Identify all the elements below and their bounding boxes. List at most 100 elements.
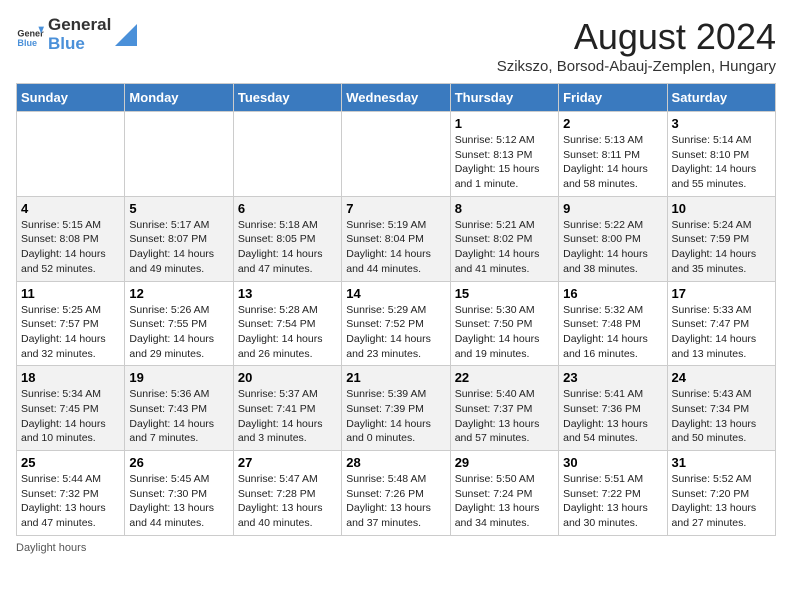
day-info: Sunrise: 5:24 AMSunset: 7:59 PMDaylight:… [672, 218, 771, 277]
day-info: Sunrise: 5:29 AMSunset: 7:52 PMDaylight:… [346, 303, 445, 362]
day-info: Sunrise: 5:13 AMSunset: 8:11 PMDaylight:… [563, 133, 662, 192]
day-number: 16 [563, 286, 662, 301]
day-info: Sunrise: 5:17 AMSunset: 8:07 PMDaylight:… [129, 218, 228, 277]
day-number: 11 [21, 286, 120, 301]
calendar-cell: 25Sunrise: 5:44 AMSunset: 7:32 PMDayligh… [17, 451, 125, 536]
calendar-cell: 28 Sunrise: 5:48 AMSunset: 7:26 PMDayligh… [342, 451, 450, 536]
calendar-cell: 23 Sunrise: 5:41 AMSunset: 7:36 PMDayligh… [559, 366, 667, 451]
location-subtitle: Szikszo, Borsod-Abauj-Zemplen, Hungary [497, 58, 776, 75]
day-number: 21 [346, 370, 445, 385]
day-number: 14 [346, 286, 445, 301]
day-info: Sunrise: 5:41 AMSunset: 7:36 PMDaylight:… [563, 387, 662, 446]
day-number: 19 [129, 370, 228, 385]
calendar-week-row: 11 Sunrise: 5:25 AMSunset: 7:57 PMDayligh… [17, 281, 776, 366]
calendar-cell: 27Sunrise: 5:47 AMSunset: 7:28 PMDayligh… [233, 451, 341, 536]
logo-icon: General Blue [16, 21, 44, 49]
page-header: General Blue General Blue August 2024 Sz… [16, 16, 776, 75]
calendar-week-row: 18Sunrise: 5:34 AMSunset: 7:45 PMDayligh… [17, 366, 776, 451]
calendar-col-sunday: Sunday [17, 84, 125, 112]
day-number: 1 [455, 116, 554, 131]
day-number: 25 [21, 455, 120, 470]
day-info: Sunrise: 5:39 AMSunset: 7:39 PMDaylight:… [346, 387, 445, 446]
day-info: Sunrise: 5:37 AMSunset: 7:41 PMDaylight:… [238, 387, 337, 446]
title-block: August 2024 Szikszo, Borsod-Abauj-Zemple… [497, 16, 776, 75]
logo-blue: Blue [48, 34, 85, 53]
calendar-cell: 2 Sunrise: 5:13 AMSunset: 8:11 PMDaylight… [559, 112, 667, 197]
calendar-cell: 22 Sunrise: 5:40 AMSunset: 7:37 PMDayligh… [450, 366, 558, 451]
calendar-cell [17, 112, 125, 197]
calendar-cell: 3 Sunrise: 5:14 AMSunset: 8:10 PMDaylight… [667, 112, 775, 197]
calendar-cell: 12 Sunrise: 5:26 AMSunset: 7:55 PMDayligh… [125, 281, 233, 366]
day-number: 3 [672, 116, 771, 131]
month-title: August 2024 [497, 16, 776, 58]
day-info: Sunrise: 5:48 AMSunset: 7:26 PMDaylight:… [346, 472, 445, 531]
day-number: 28 [346, 455, 445, 470]
calendar-cell: 19Sunrise: 5:36 AMSunset: 7:43 PMDayligh… [125, 366, 233, 451]
day-info: Sunrise: 5:40 AMSunset: 7:37 PMDaylight:… [455, 387, 554, 446]
calendar-col-monday: Monday [125, 84, 233, 112]
footer-note: Daylight hours [16, 542, 776, 554]
day-number: 23 [563, 370, 662, 385]
day-number: 22 [455, 370, 554, 385]
day-info: Sunrise: 5:43 AMSunset: 7:34 PMDaylight:… [672, 387, 771, 446]
calendar-cell: 13Sunrise: 5:28 AMSunset: 7:54 PMDayligh… [233, 281, 341, 366]
day-number: 20 [238, 370, 337, 385]
day-info: Sunrise: 5:51 AMSunset: 7:22 PMDaylight:… [563, 472, 662, 531]
calendar-cell: 21 Sunrise: 5:39 AMSunset: 7:39 PMDayligh… [342, 366, 450, 451]
calendar-col-saturday: Saturday [667, 84, 775, 112]
calendar-cell: 16 Sunrise: 5:32 AMSunset: 7:48 PMDayligh… [559, 281, 667, 366]
svg-text:Blue: Blue [17, 38, 37, 48]
calendar-cell: 29 Sunrise: 5:50 AMSunset: 7:24 PMDayligh… [450, 451, 558, 536]
day-info: Sunrise: 5:25 AMSunset: 7:57 PMDaylight:… [21, 303, 120, 362]
calendar-col-thursday: Thursday [450, 84, 558, 112]
calendar-cell: 1Sunrise: 5:12 AMSunset: 8:13 PMDaylight… [450, 112, 558, 197]
calendar-week-row: 25Sunrise: 5:44 AMSunset: 7:32 PMDayligh… [17, 451, 776, 536]
calendar-week-row: 4 Sunrise: 5:15 AMSunset: 8:08 PMDaylight… [17, 196, 776, 281]
day-info: Sunrise: 5:26 AMSunset: 7:55 PMDaylight:… [129, 303, 228, 362]
day-info: Sunrise: 5:21 AMSunset: 8:02 PMDaylight:… [455, 218, 554, 277]
day-number: 12 [129, 286, 228, 301]
day-number: 7 [346, 201, 445, 216]
calendar-cell: 6Sunrise: 5:18 AMSunset: 8:05 PMDaylight… [233, 196, 341, 281]
calendar-col-wednesday: Wednesday [342, 84, 450, 112]
calendar-cell: 7 Sunrise: 5:19 AMSunset: 8:04 PMDaylight… [342, 196, 450, 281]
calendar-cell [233, 112, 341, 197]
day-info: Sunrise: 5:22 AMSunset: 8:00 PMDaylight:… [563, 218, 662, 277]
calendar-cell: 24Sunrise: 5:43 AMSunset: 7:34 PMDayligh… [667, 366, 775, 451]
calendar-cell: 14 Sunrise: 5:29 AMSunset: 7:52 PMDayligh… [342, 281, 450, 366]
day-number: 30 [563, 455, 662, 470]
calendar-cell: 8 Sunrise: 5:21 AMSunset: 8:02 PMDaylight… [450, 196, 558, 281]
calendar-cell [125, 112, 233, 197]
day-info: Sunrise: 5:45 AMSunset: 7:30 PMDaylight:… [129, 472, 228, 531]
day-number: 2 [563, 116, 662, 131]
day-info: Sunrise: 5:30 AMSunset: 7:50 PMDaylight:… [455, 303, 554, 362]
day-info: Sunrise: 5:32 AMSunset: 7:48 PMDaylight:… [563, 303, 662, 362]
calendar-cell: 15Sunrise: 5:30 AMSunset: 7:50 PMDayligh… [450, 281, 558, 366]
logo: General Blue General Blue [16, 16, 137, 53]
day-info: Sunrise: 5:47 AMSunset: 7:28 PMDaylight:… [238, 472, 337, 531]
calendar-table: SundayMondayTuesdayWednesdayThursdayFrid… [16, 83, 776, 536]
day-number: 29 [455, 455, 554, 470]
calendar-cell [342, 112, 450, 197]
day-number: 5 [129, 201, 228, 216]
day-info: Sunrise: 5:14 AMSunset: 8:10 PMDaylight:… [672, 133, 771, 192]
day-number: 10 [672, 201, 771, 216]
calendar-cell: 30 Sunrise: 5:51 AMSunset: 7:22 PMDayligh… [559, 451, 667, 536]
daylight-note: Daylight hours [16, 542, 86, 554]
day-number: 4 [21, 201, 120, 216]
day-info: Sunrise: 5:50 AMSunset: 7:24 PMDaylight:… [455, 472, 554, 531]
day-info: Sunrise: 5:15 AMSunset: 8:08 PMDaylight:… [21, 218, 120, 277]
logo-general: General [48, 15, 111, 34]
day-info: Sunrise: 5:19 AMSunset: 8:04 PMDaylight:… [346, 218, 445, 277]
day-number: 9 [563, 201, 662, 216]
calendar-cell: 5 Sunrise: 5:17 AMSunset: 8:07 PMDaylight… [125, 196, 233, 281]
calendar-col-friday: Friday [559, 84, 667, 112]
day-number: 17 [672, 286, 771, 301]
calendar-week-row: 1Sunrise: 5:12 AMSunset: 8:13 PMDaylight… [17, 112, 776, 197]
day-number: 13 [238, 286, 337, 301]
day-number: 26 [129, 455, 228, 470]
day-number: 31 [672, 455, 771, 470]
day-info: Sunrise: 5:34 AMSunset: 7:45 PMDaylight:… [21, 387, 120, 446]
logo-triangle-icon [115, 24, 137, 46]
day-number: 8 [455, 201, 554, 216]
